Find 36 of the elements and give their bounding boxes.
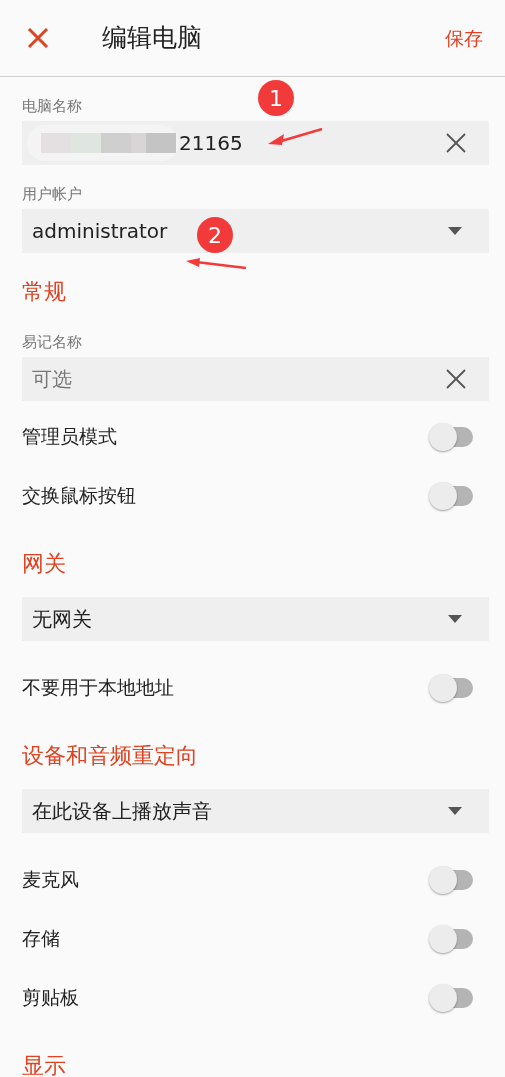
toggle-switch[interactable]	[429, 865, 473, 894]
dropdown-caret-icon	[448, 615, 462, 623]
switch-label: 不要用于本地地址	[22, 675, 174, 701]
section-heading: 网关	[22, 553, 66, 575]
close-icon[interactable]	[27, 27, 49, 49]
toggle-switch[interactable]	[429, 983, 473, 1012]
toggle-switch[interactable]	[429, 924, 473, 953]
text-field[interactable]: 可选	[22, 357, 489, 401]
annotation-arrow	[186, 258, 246, 269]
switch-label: 麦克风	[22, 867, 79, 893]
switch-label: 存储	[22, 926, 60, 952]
switch-label: 剪贴板	[22, 985, 79, 1011]
dropdown-caret-icon	[448, 807, 462, 815]
annotation-arrow	[268, 128, 324, 146]
field-placeholder: 可选	[32, 366, 72, 393]
dropdown-caret-icon	[448, 227, 462, 235]
save-button[interactable]: 保存	[445, 23, 483, 53]
switch-label: 管理员模式	[22, 424, 117, 450]
clear-icon[interactable]	[445, 132, 467, 154]
field-label: 用户帐户	[22, 183, 82, 205]
text-field[interactable]: 21165	[22, 121, 489, 165]
section-heading: 常规	[22, 281, 66, 303]
annotation-marker: 1	[258, 80, 294, 116]
toggle-switch[interactable]	[429, 422, 473, 451]
section-heading: 显示	[22, 1055, 66, 1077]
clear-icon[interactable]	[445, 368, 467, 390]
page-title: 编辑电脑	[102, 22, 203, 55]
field-label: 电脑名称	[22, 95, 82, 117]
dropdown[interactable]: 在此设备上播放声音	[22, 789, 489, 833]
field-label: 易记名称	[22, 331, 82, 353]
switch-label: 交换鼠标按钮	[22, 483, 136, 509]
dropdown[interactable]: 无网关	[22, 597, 489, 641]
toggle-switch[interactable]	[429, 673, 473, 702]
field-value: 21165	[179, 130, 243, 157]
toggle-switch[interactable]	[429, 481, 473, 510]
section-heading: 设备和音频重定向	[22, 745, 198, 767]
